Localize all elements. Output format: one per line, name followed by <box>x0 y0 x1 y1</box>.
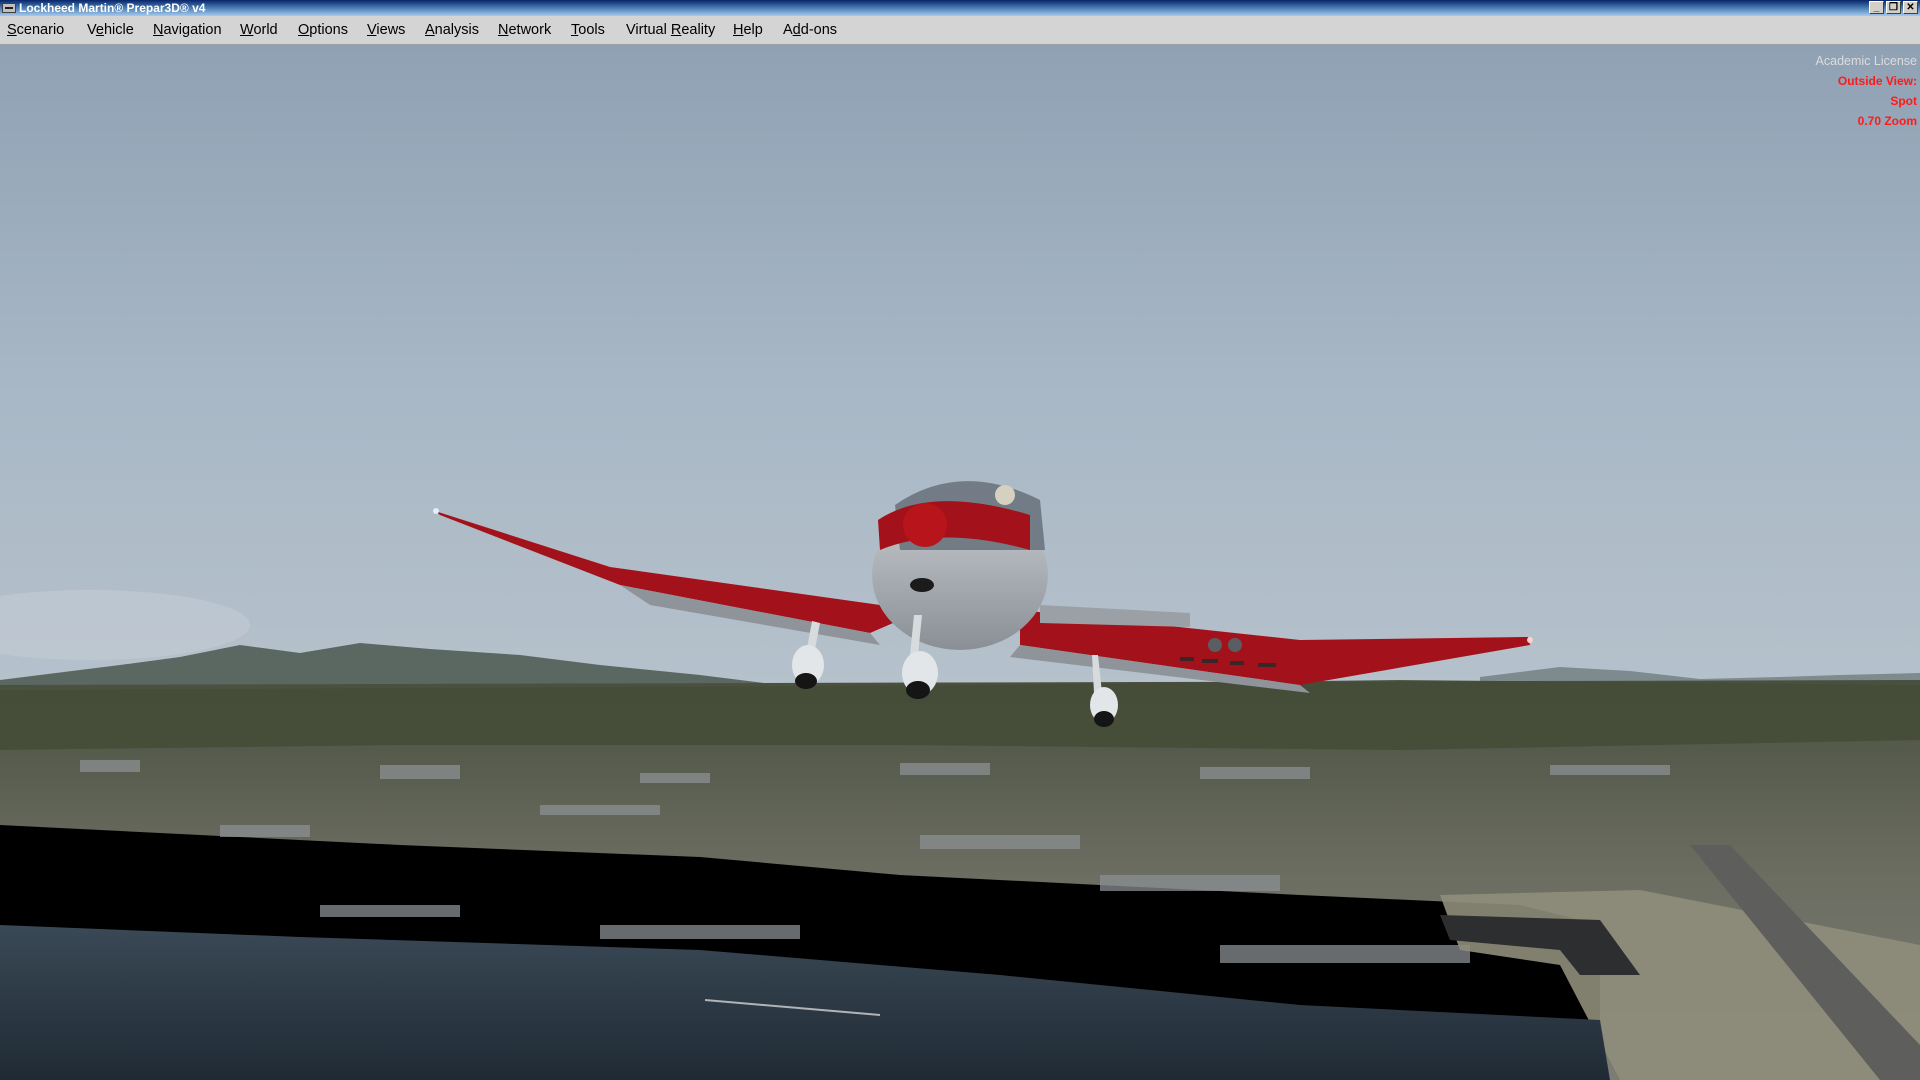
menu-virtual-reality[interactable]: Virtual Reality <box>626 22 715 39</box>
menu-bar: Scenario Vehicle Navigation World Option… <box>0 16 1920 45</box>
menu-navigation[interactable]: Navigation <box>153 22 222 39</box>
license-label: Academic License <box>1815 54 1917 68</box>
window-title: Lockheed Martin® Prepar3D® v4 <box>19 1 206 15</box>
title-bar[interactable]: Lockheed Martin® Prepar3D® v4 _ ❐ ✕ <box>0 0 1920 16</box>
app-icon[interactable] <box>2 3 16 13</box>
menu-scenario[interactable]: Scenario <box>7 22 64 39</box>
menu-vehicle[interactable]: Vehicle <box>87 22 134 39</box>
menu-views[interactable]: Views <box>367 22 405 39</box>
menu-help[interactable]: Help <box>733 22 763 39</box>
menu-analysis[interactable]: Analysis <box>425 22 479 39</box>
menu-options[interactable]: Options <box>298 22 348 39</box>
close-button[interactable]: ✕ <box>1903 1 1918 14</box>
menu-network[interactable]: Network <box>498 22 551 39</box>
view-type-label: Spot <box>1890 94 1917 108</box>
sim-viewport[interactable]: Academic License Outside View: Spot 0.70… <box>0 45 1920 1080</box>
window-controls: _ ❐ ✕ <box>1869 1 1918 14</box>
nav-light-right <box>1527 637 1533 643</box>
zoom-label: 0.70 Zoom <box>1857 114 1917 128</box>
restore-button[interactable]: ❐ <box>1886 1 1901 14</box>
spinner <box>903 503 947 547</box>
menu-add-ons[interactable]: Add-ons <box>783 22 837 39</box>
menu-tools[interactable]: Tools <box>571 22 605 39</box>
scene-render <box>0 45 1920 1080</box>
minimize-button[interactable]: _ <box>1869 1 1884 14</box>
view-mode-label: Outside View: <box>1837 74 1917 88</box>
menu-world[interactable]: World <box>240 22 278 39</box>
nav-light-left <box>433 508 439 514</box>
